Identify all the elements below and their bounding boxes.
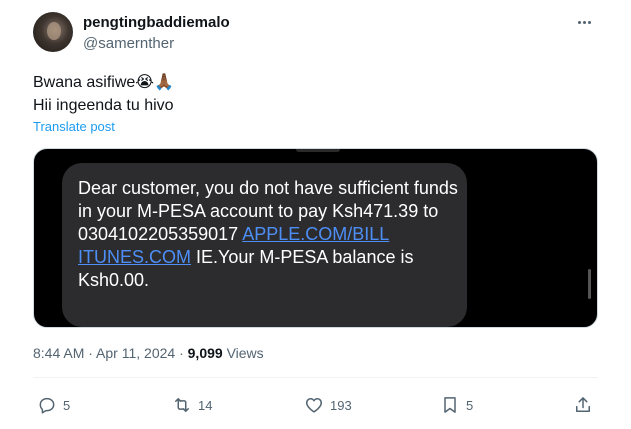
post-meta: 8:44 AM · Apr 11, 2024 · 9,099 Views bbox=[33, 345, 264, 361]
bookmark-button[interactable]: 5 bbox=[440, 395, 473, 415]
tweet-text: Bwana asifiwe😭🙏🏾 Hii ingeenda tu hivo bbox=[33, 71, 174, 117]
share-button[interactable] bbox=[573, 395, 593, 415]
share-icon bbox=[576, 397, 590, 412]
like-button[interactable]: 193 bbox=[304, 395, 352, 415]
meta-separator: · bbox=[84, 345, 97, 361]
reply-icon bbox=[39, 397, 55, 414]
like-count: 193 bbox=[330, 397, 352, 413]
tweet-text-line-2: Hii ingeenda tu hivo bbox=[33, 97, 174, 114]
bookmark-icon bbox=[444, 397, 456, 413]
sms-link-1: APPLE.COM/BILL bbox=[242, 224, 390, 244]
post-time[interactable]: 8:44 AM bbox=[33, 345, 84, 361]
views-count: 9,099 bbox=[187, 345, 223, 361]
media-topline bbox=[296, 149, 340, 152]
repost-count: 14 bbox=[198, 397, 213, 413]
meta-separator: · bbox=[175, 345, 188, 361]
avatar[interactable] bbox=[33, 12, 73, 52]
views-label: Views bbox=[222, 345, 264, 361]
sms-link-2: ITUNES.COM bbox=[78, 247, 192, 267]
translate-post-link[interactable]: Translate post bbox=[33, 119, 115, 134]
more-icon[interactable] bbox=[574, 14, 594, 30]
repost-button[interactable]: 14 bbox=[172, 395, 212, 415]
username-handle[interactable]: @samernther bbox=[83, 35, 174, 52]
repost-icon bbox=[175, 398, 189, 412]
reply-button[interactable]: 5 bbox=[37, 395, 70, 415]
display-name[interactable]: pengtingbaddiemalo bbox=[83, 14, 230, 31]
divider bbox=[33, 377, 598, 378]
bookmark-count: 5 bbox=[466, 397, 474, 413]
tweet: pengtingbaddiemalo @samernther Bwana asi… bbox=[0, 0, 631, 429]
like-icon bbox=[305, 398, 323, 413]
sms-text: Dear customer, you do not have sufficien… bbox=[78, 177, 458, 292]
media-scrollbar bbox=[588, 269, 591, 299]
media-image[interactable]: Dear customer, you do not have sufficien… bbox=[33, 148, 598, 328]
post-date[interactable]: Apr 11, 2024 bbox=[96, 345, 175, 361]
sms-bubble: Dear customer, you do not have sufficien… bbox=[62, 163, 467, 327]
tweet-text-line-1: Bwana asifiwe😭🙏🏾 bbox=[33, 74, 174, 91]
reply-count: 5 bbox=[63, 397, 71, 413]
